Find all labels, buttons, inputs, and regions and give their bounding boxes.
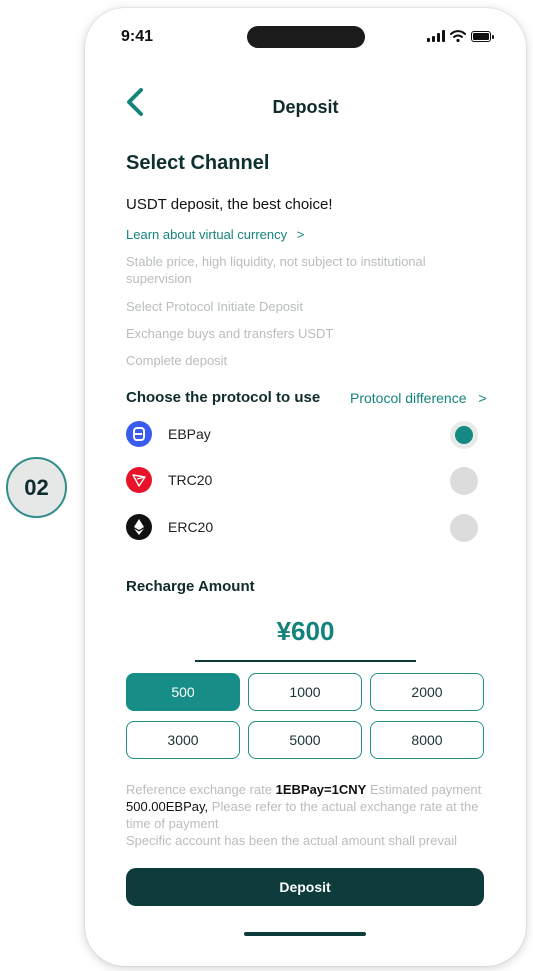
status-icons	[427, 30, 494, 42]
chevron-right-icon: >	[478, 390, 487, 406]
home-indicator	[244, 932, 366, 936]
learn-virtual-currency-link[interactable]: Learn about virtual currency >	[126, 227, 304, 242]
status-time: 9:41	[121, 28, 154, 45]
protocol-label: EBPay	[168, 426, 211, 442]
amount-underline	[195, 660, 416, 662]
step-note: Select Protocol Initiate Deposit	[126, 299, 304, 314]
amount-option-5000[interactable]: 5000	[248, 721, 362, 759]
step-note: Complete deposit	[126, 353, 228, 368]
deposit-button[interactable]: Deposit	[126, 868, 484, 906]
ethereum-icon	[126, 514, 152, 540]
radio-unselected[interactable]	[450, 514, 478, 542]
step-note: Stable price, high liquidity, not subjec…	[126, 254, 426, 286]
protocol-difference-link[interactable]: Protocol difference >	[350, 390, 487, 406]
rate-note-text: Estimated payment	[369, 782, 482, 797]
protocol-option-trc20[interactable]: TRC20	[126, 463, 478, 497]
step-note: Exchange buys and transfers USDT	[126, 326, 334, 341]
rate-note-text: Specific account has been the actual amo…	[126, 833, 457, 848]
channel-headline: USDT deposit, the best choice!	[126, 196, 333, 213]
recharge-amount-title: Recharge Amount	[126, 578, 255, 595]
amount-option-8000[interactable]: 8000	[370, 721, 484, 759]
protocol-label: TRC20	[168, 472, 213, 488]
rate-note-text: Reference exchange rate	[126, 782, 272, 797]
dynamic-island	[247, 26, 365, 48]
phone-frame: 9:41 Deposit Select Channel USDT deposit…	[85, 8, 526, 966]
tron-icon	[126, 467, 152, 493]
protocol-difference-label: Protocol difference	[350, 390, 467, 406]
amount-option-500[interactable]: 500	[126, 673, 240, 711]
page-title: Deposit	[272, 97, 339, 117]
step-badge: 02	[6, 457, 67, 518]
radio-unselected[interactable]	[450, 467, 478, 495]
amount-value: ¥600	[276, 616, 335, 646]
radio-selected[interactable]	[450, 421, 478, 449]
protocol-option-erc20[interactable]: ERC20	[126, 510, 478, 544]
section-title: Select Channel	[126, 152, 270, 174]
exchange-rate-note: Reference exchange rate 1EBPay=1CNY Esti…	[126, 781, 488, 849]
payment-value: 500.00EBPay,	[126, 799, 209, 814]
learn-link-label: Learn about virtual currency	[126, 227, 288, 242]
chevron-right-icon: >	[296, 227, 305, 242]
wifi-icon	[450, 30, 466, 42]
battery-icon	[471, 30, 494, 42]
amount-option-2000[interactable]: 2000	[370, 673, 484, 711]
protocol-title: Choose the protocol to use	[126, 389, 321, 406]
amount-option-1000[interactable]: 1000	[248, 673, 362, 711]
rate-value: 1EBPay=1CNY	[275, 782, 367, 797]
protocol-option-ebpay[interactable]: EBPay	[126, 417, 478, 451]
protocol-label: ERC20	[168, 519, 214, 535]
ebpay-icon	[126, 421, 152, 447]
signal-icon	[427, 30, 445, 42]
amount-option-3000[interactable]: 3000	[126, 721, 240, 759]
